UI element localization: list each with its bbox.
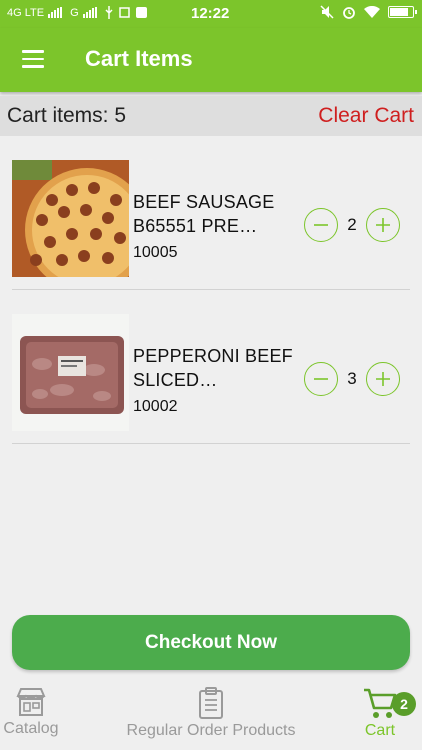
decrease-quantity-button[interactable] [304,208,338,242]
status-left: 4G LTE G [7,6,148,19]
network-label-2: G [70,6,79,19]
quantity-value: 2 [347,215,357,234]
clipboard-icon [199,687,223,719]
app-notification-icon [135,7,147,18]
pepperoni-pack-image [12,314,129,431]
quantity-stepper: 2 [304,208,400,242]
pizza-image [12,160,129,277]
status-right [320,5,417,19]
checkout-button[interactable]: Checkout Now [12,615,410,670]
cart-summary-bar: Cart items: 5 Clear Cart [0,96,422,136]
nav-item-catalog[interactable]: Catalog [0,683,62,750]
status-bar: 4G LTE G 12:22 [0,0,422,28]
alarm-icon [343,7,355,19]
item-code: 10002 [133,398,178,415]
item-name: BEEF SAUSAGE B65551 PRE… [133,192,275,236]
cart-count: Cart items: 5 [7,104,127,127]
usb-icon [105,6,113,19]
nav-label: Cart [364,722,396,739]
plus-icon [376,218,390,232]
cart-item: BEEF SAUSAGE B65551 PRE… 10005 2 [12,160,410,290]
clear-cart-button[interactable]: Clear Cart [318,104,414,128]
nav-item-regular-order-products[interactable]: Regular Order Products [120,683,302,750]
plus-icon [376,372,390,386]
quantity-value: 3 [347,369,357,388]
mute-icon [320,5,334,19]
cart-badge: 2 [392,692,416,716]
page-title: Cart Items [85,46,193,71]
store-icon [16,688,46,716]
increase-quantity-button[interactable] [366,208,400,242]
screenshot-icon [118,7,130,18]
signal-icon [48,7,63,18]
item-code: 10005 [133,244,178,261]
decrease-quantity-button[interactable] [304,362,338,396]
nav-label: Catalog [3,720,59,737]
network-label: 4G LTE [7,6,45,19]
bottom-nav: Catalog Regular Order Products Cart [0,683,422,750]
clock: 12:22 [191,5,230,22]
increase-quantity-button[interactable] [366,362,400,396]
app-bar: Cart Items [0,28,422,92]
minus-icon [314,378,328,380]
menu-icon[interactable] [22,50,44,68]
signal-icon-2 [82,7,97,18]
wifi-icon [364,6,380,18]
battery-icon [388,6,417,18]
nav-label: Regular Order Products [126,722,296,739]
cart-item: PEPPERONI BEEF SLICED… 10002 3 [12,314,410,444]
minus-icon [314,224,328,226]
quantity-stepper: 3 [304,362,400,396]
item-name: PEPPERONI BEEF SLICED… [133,346,293,390]
